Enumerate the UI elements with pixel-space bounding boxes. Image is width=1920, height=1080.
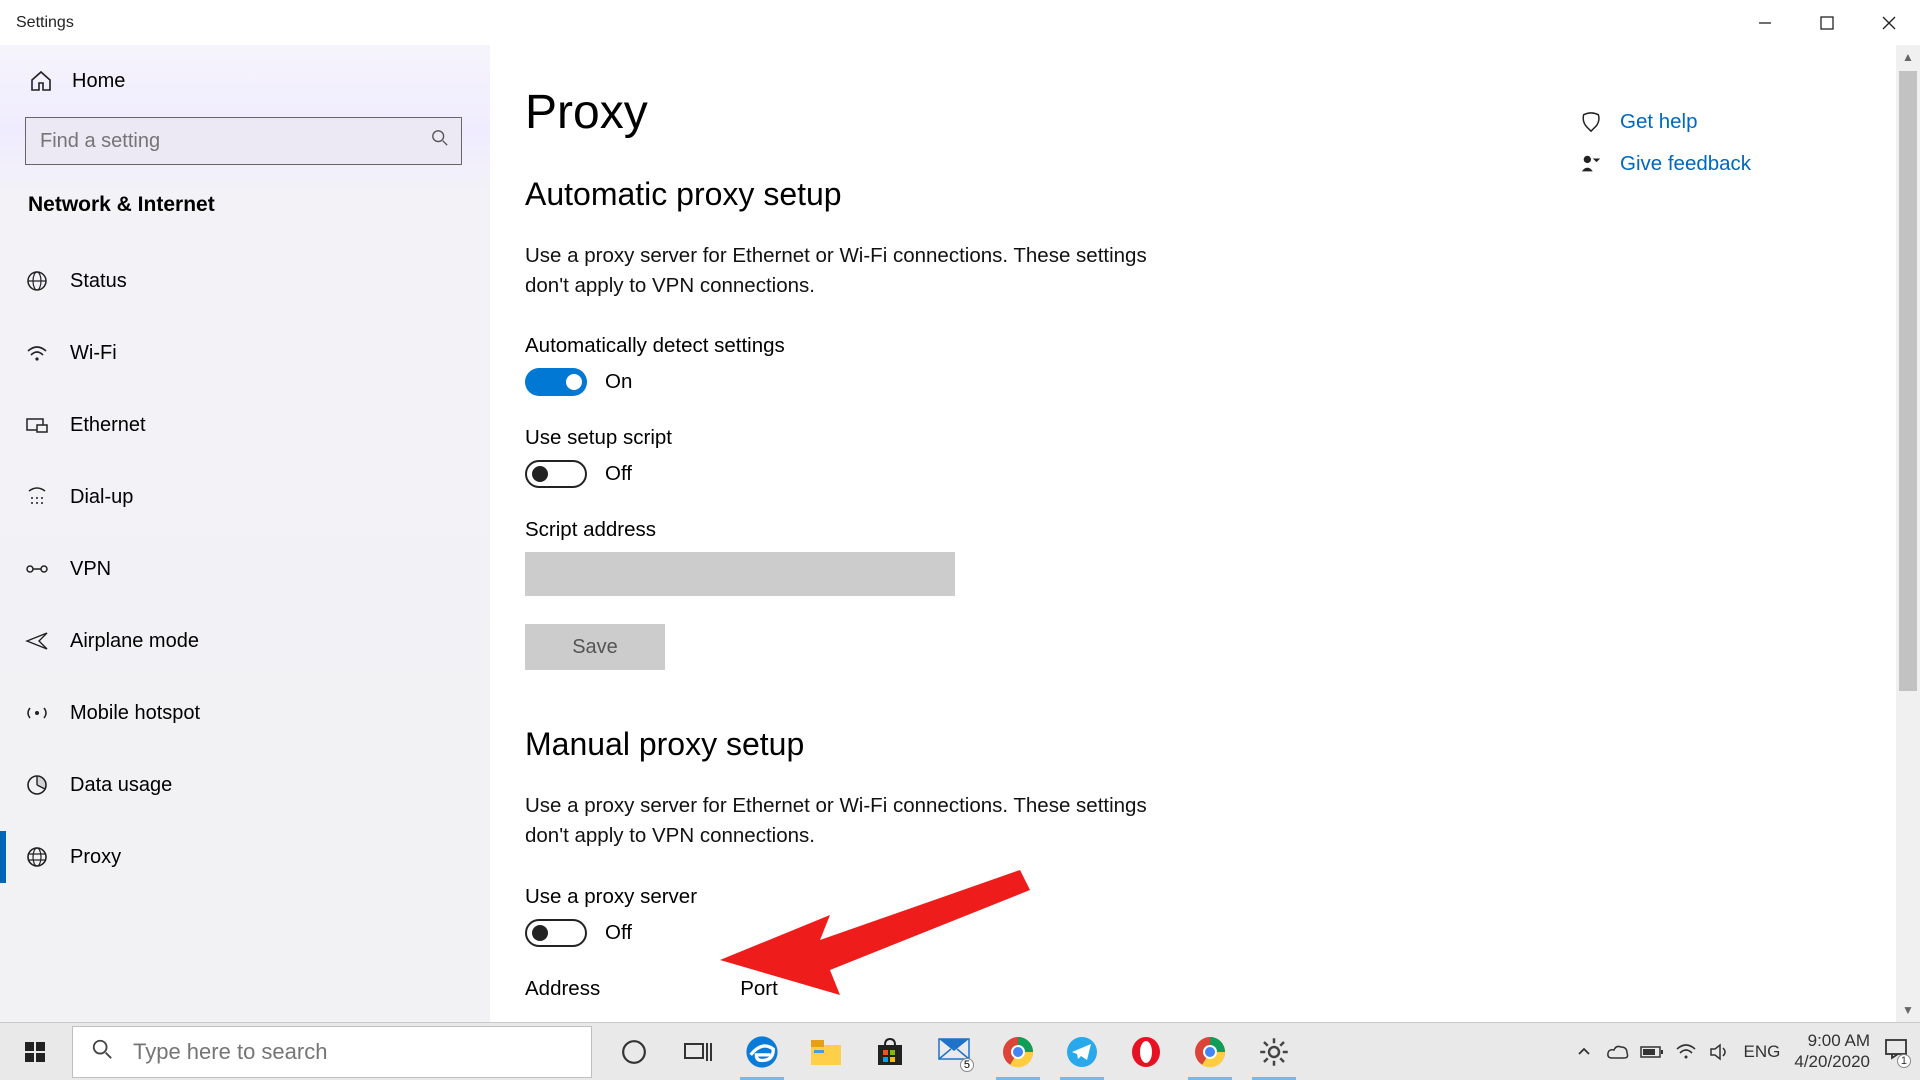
sidebar-item-ethernet[interactable]: Ethernet xyxy=(0,389,490,461)
search-icon xyxy=(431,129,449,153)
setup-script-state: Off xyxy=(605,462,632,486)
give-feedback-text[interactable]: Give feedback xyxy=(1620,152,1751,176)
wifi-icon xyxy=(24,340,50,366)
sidebar-item-hotspot[interactable]: Mobile hotspot xyxy=(0,677,490,749)
address-label: Address xyxy=(525,977,600,1001)
taskbar-app-explorer[interactable] xyxy=(794,1023,858,1080)
sidebar-home[interactable]: Home xyxy=(0,45,490,117)
wifi-tray-icon[interactable] xyxy=(1676,1042,1696,1062)
mail-badge: 5 xyxy=(960,1058,974,1072)
tray-clock[interactable]: 9:00 AM 4/20/2020 xyxy=(1794,1031,1870,1072)
tray-overflow-icon[interactable] xyxy=(1574,1042,1594,1062)
taskbar-app-store[interactable] xyxy=(858,1023,922,1080)
airplane-icon xyxy=(24,628,50,654)
ethernet-icon xyxy=(24,412,50,438)
system-tray: ENG 9:00 AM 4/20/2020 1 xyxy=(1574,1023,1920,1080)
maximize-button[interactable] xyxy=(1796,0,1858,45)
taskbar-app-mail[interactable]: 5 xyxy=(922,1023,986,1080)
sidebar: Home Network & Internet Status Wi-Fi Eth… xyxy=(0,45,490,1022)
taskbar-app-chrome-2[interactable] xyxy=(1178,1023,1242,1080)
vpn-icon xyxy=(24,556,50,582)
auto-detect-label: Automatically detect settings xyxy=(525,334,1920,358)
save-button[interactable]: Save xyxy=(525,624,665,670)
action-center-button[interactable]: 1 xyxy=(1884,1038,1908,1065)
onedrive-icon[interactable] xyxy=(1608,1042,1628,1062)
nav-label: Data usage xyxy=(70,774,172,797)
use-proxy-label: Use a proxy server xyxy=(525,885,1920,909)
cortana-button[interactable] xyxy=(602,1023,666,1080)
close-button[interactable] xyxy=(1858,0,1920,45)
sidebar-home-label: Home xyxy=(72,70,125,93)
titlebar: Settings xyxy=(0,0,1920,45)
sidebar-search[interactable] xyxy=(25,117,462,165)
tray-date: 4/20/2020 xyxy=(1794,1052,1870,1072)
tray-time: 9:00 AM xyxy=(1794,1031,1870,1051)
battery-icon[interactable] xyxy=(1642,1042,1662,1062)
taskbar-app-telegram[interactable] xyxy=(1050,1023,1114,1080)
manual-description: Use a proxy server for Ethernet or Wi-Fi… xyxy=(525,791,1165,850)
data-usage-icon xyxy=(24,772,50,798)
taskbar-app-settings[interactable] xyxy=(1242,1023,1306,1080)
scroll-down-icon[interactable]: ▼ xyxy=(1896,998,1920,1022)
scrollbar[interactable]: ▲ ▼ xyxy=(1896,45,1920,1022)
setup-script-toggle[interactable] xyxy=(525,460,587,488)
feedback-icon xyxy=(1580,153,1602,175)
sidebar-item-wifi[interactable]: Wi-Fi xyxy=(0,317,490,389)
content-pane: Proxy Automatic proxy setup Use a proxy … xyxy=(490,45,1920,1022)
nav-label: Wi-Fi xyxy=(70,342,117,365)
sidebar-item-proxy[interactable]: Proxy xyxy=(0,821,490,893)
taskbar-app-chrome[interactable] xyxy=(986,1023,1050,1080)
script-address-label: Script address xyxy=(525,518,1920,542)
auto-detect-state: On xyxy=(605,370,632,394)
setup-script-label: Use setup script xyxy=(525,426,1920,450)
hotspot-icon xyxy=(24,700,50,726)
nav-label: Status xyxy=(70,270,127,293)
auto-detect-toggle[interactable] xyxy=(525,368,587,396)
sidebar-item-vpn[interactable]: VPN xyxy=(0,533,490,605)
taskbar-app-opera[interactable] xyxy=(1114,1023,1178,1080)
sidebar-item-data-usage[interactable]: Data usage xyxy=(0,749,490,821)
scroll-thumb[interactable] xyxy=(1899,71,1917,691)
search-icon xyxy=(91,1038,113,1066)
taskbar: 5 ENG 9:00 AM 4/20/2020 1 xyxy=(0,1022,1920,1080)
nav-label: Airplane mode xyxy=(70,630,199,653)
taskbar-search-input[interactable] xyxy=(131,1038,573,1066)
manual-heading: Manual proxy setup xyxy=(525,726,1920,763)
sidebar-section-label: Network & Internet xyxy=(0,193,490,217)
window-title: Settings xyxy=(16,14,74,32)
sidebar-item-dialup[interactable]: Dial-up xyxy=(0,461,490,533)
nav-label: Dial-up xyxy=(70,486,133,509)
sidebar-item-status[interactable]: Status xyxy=(0,245,490,317)
sidebar-item-airplane[interactable]: Airplane mode xyxy=(0,605,490,677)
nav-label: Proxy xyxy=(70,846,121,869)
start-button[interactable] xyxy=(0,1023,70,1080)
get-help-text[interactable]: Get help xyxy=(1620,110,1698,134)
right-links: Get help Give feedback xyxy=(1580,110,1840,194)
port-label: Port xyxy=(740,977,778,1001)
minimize-button[interactable] xyxy=(1734,0,1796,45)
scroll-up-icon[interactable]: ▲ xyxy=(1896,45,1920,69)
home-icon xyxy=(28,68,54,94)
use-proxy-toggle[interactable] xyxy=(525,919,587,947)
auto-description: Use a proxy server for Ethernet or Wi-Fi… xyxy=(525,241,1165,300)
task-view-button[interactable] xyxy=(666,1023,730,1080)
give-feedback-link[interactable]: Give feedback xyxy=(1580,152,1840,176)
tray-language[interactable]: ENG xyxy=(1744,1042,1781,1062)
sidebar-search-input[interactable] xyxy=(38,129,431,154)
nav-label: Ethernet xyxy=(70,414,146,437)
nav-label: VPN xyxy=(70,558,111,581)
volume-icon[interactable] xyxy=(1710,1042,1730,1062)
dialup-icon xyxy=(24,484,50,510)
notif-count: 1 xyxy=(1897,1054,1911,1068)
taskbar-app-edge[interactable] xyxy=(730,1023,794,1080)
help-icon xyxy=(1580,111,1602,133)
nav-label: Mobile hotspot xyxy=(70,702,200,725)
get-help-link[interactable]: Get help xyxy=(1580,110,1840,134)
script-address-input[interactable] xyxy=(525,552,955,596)
status-icon xyxy=(24,268,50,294)
use-proxy-state: Off xyxy=(605,921,632,945)
proxy-icon xyxy=(24,844,50,870)
taskbar-search[interactable] xyxy=(72,1026,592,1078)
